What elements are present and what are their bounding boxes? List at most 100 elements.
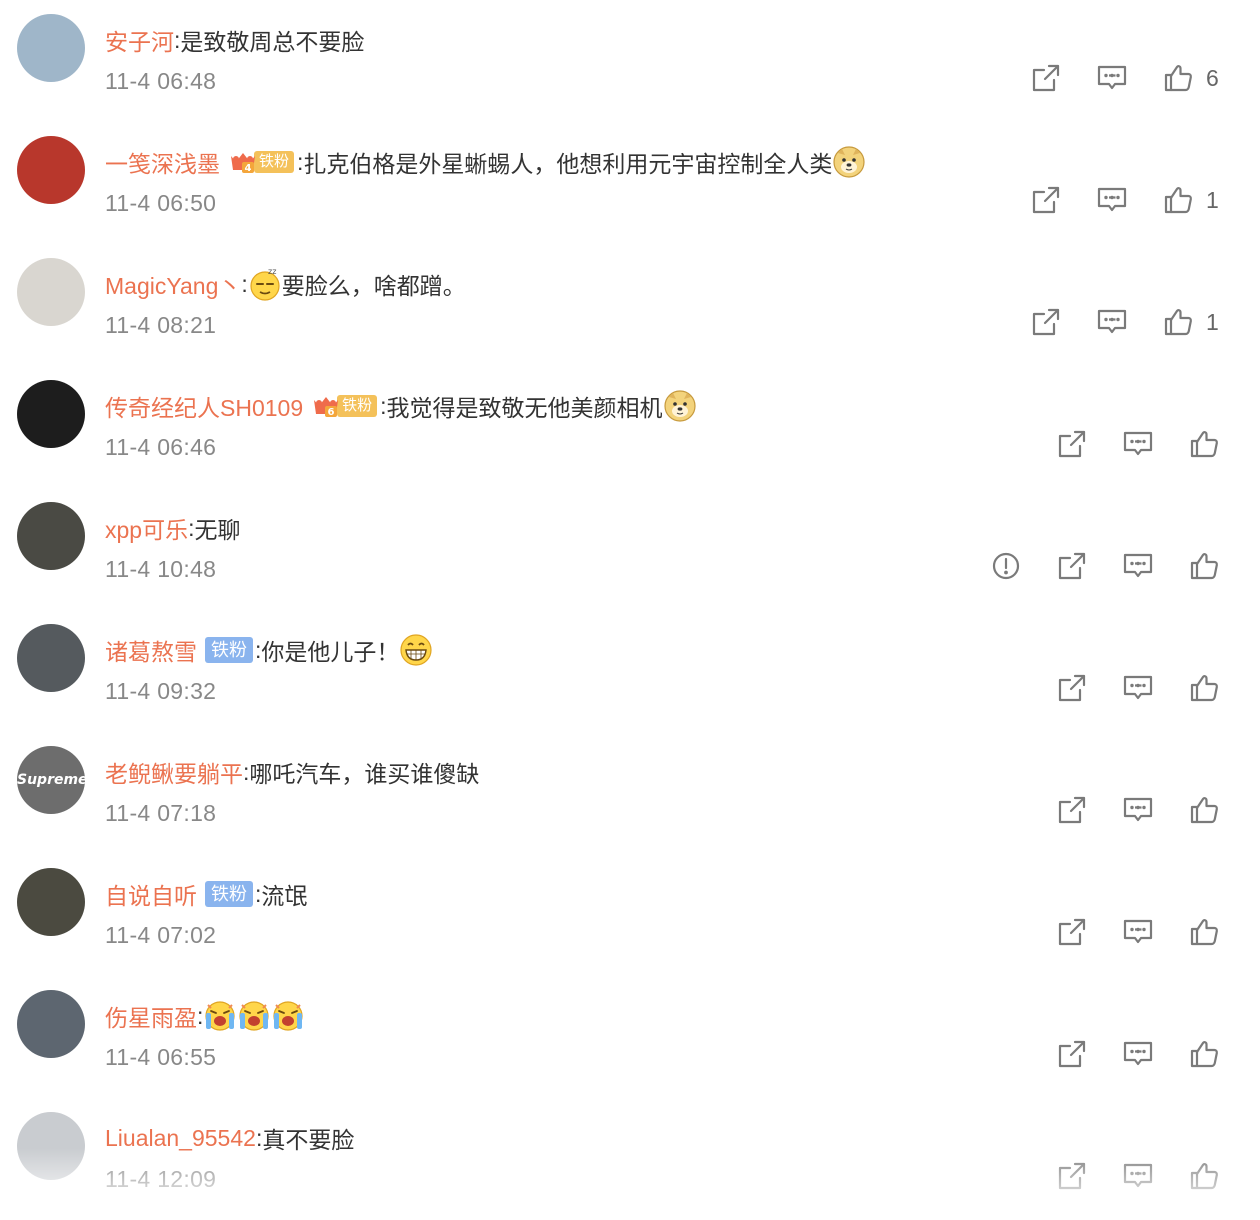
reply-button[interactable] — [1096, 184, 1128, 216]
fan-badge[interactable]: 铁粉 — [205, 637, 253, 663]
share-button[interactable] — [1056, 550, 1088, 582]
comment-time: 11-4 06:46 — [105, 434, 217, 460]
avatar[interactable]: Supreme — [17, 746, 85, 814]
avatar[interactable] — [17, 624, 85, 692]
comment-line: 一笺深浅墨 4 铁粉: 扎克伯格是外星蜥蜴人，他想利用元宇宙控制全人类 — [105, 144, 866, 180]
comment-actions — [1022, 1034, 1220, 1074]
avatar[interactable] — [17, 1112, 85, 1180]
share-button[interactable] — [1030, 306, 1062, 338]
username-link[interactable]: Liualan_95542 — [105, 1125, 256, 1152]
reply-button[interactable] — [1122, 1038, 1154, 1070]
avatar[interactable] — [17, 14, 85, 82]
like-button[interactable] — [1188, 428, 1220, 460]
avatar[interactable] — [17, 136, 85, 204]
comment-icon — [1122, 794, 1154, 826]
avatar[interactable] — [17, 502, 85, 570]
username-link[interactable]: xpp可乐 — [105, 511, 188, 545]
cry-emoji-icon — [203, 999, 237, 1033]
comment-text: 扎克伯格是外星蜥蜴人，他想利用元宇宙控制全人类 — [303, 151, 833, 177]
like-button[interactable]: 1 — [1162, 306, 1220, 338]
sleepy-emoji-icon: zz — [248, 267, 282, 301]
reply-button[interactable] — [1122, 794, 1154, 826]
comment-item: 诸葛熬雪 铁粉: 你是他儿子！ 11-4 09:32 — [0, 610, 1260, 732]
comment-time: 11-4 06:55 — [105, 1044, 217, 1070]
reply-button[interactable] — [1122, 550, 1154, 582]
like-button[interactable] — [1188, 672, 1220, 704]
username-link[interactable]: 伤星雨盈 — [105, 999, 197, 1033]
comment-icon — [1122, 1038, 1154, 1070]
doge-emoji-icon — [832, 145, 866, 179]
comment-text: 是致敬周总不要脸 — [180, 29, 365, 55]
fan-badge-label: 铁粉 — [337, 395, 378, 417]
comment-text: 真不要脸 — [262, 1127, 355, 1153]
share-button[interactable] — [1056, 428, 1088, 460]
share-button[interactable] — [1056, 916, 1088, 948]
share-button[interactable] — [1056, 1038, 1088, 1070]
share-button[interactable] — [1030, 184, 1062, 216]
share-button[interactable] — [1056, 794, 1088, 826]
comment-item: 伤星雨盈: 11-4 06:55 — [0, 976, 1260, 1098]
username-link[interactable]: 传奇经纪人SH0109 — [105, 389, 303, 423]
fan-badge[interactable]: 铁粉 — [205, 881, 253, 907]
thumbs-up-icon — [1188, 794, 1220, 826]
like-button[interactable] — [1188, 1160, 1220, 1192]
thumbs-up-icon — [1188, 1038, 1220, 1070]
reply-button[interactable] — [1122, 1160, 1154, 1192]
share-icon — [1056, 916, 1088, 948]
like-button[interactable] — [1188, 794, 1220, 826]
comment-line: 传奇经纪人SH0109 6 铁粉: 我觉得是致敬无他美颜相机 — [105, 388, 697, 424]
fan-badge[interactable]: 6 铁粉 — [311, 394, 378, 418]
report-button[interactable] — [990, 550, 1022, 582]
reply-button[interactable] — [1122, 428, 1154, 460]
username-link[interactable]: 自说自听 — [105, 877, 197, 911]
comment-actions: 1 — [996, 180, 1220, 220]
comment-time: 11-4 10:48 — [105, 556, 217, 582]
like-button[interactable]: 1 — [1162, 184, 1220, 216]
like-button[interactable] — [1188, 916, 1220, 948]
comment-item: 安子河: 是致敬周总不要脸 11-4 06:48 6 — [0, 0, 1260, 122]
reply-button[interactable] — [1122, 916, 1154, 948]
comment-actions — [1022, 790, 1220, 830]
username-link[interactable]: 安子河 — [105, 23, 174, 57]
share-icon — [1056, 794, 1088, 826]
comment-item: MagicYang丶: zz 要脸么，啥都蹭。 11-4 08:21 1 — [0, 244, 1260, 366]
share-button[interactable] — [1056, 672, 1088, 704]
reply-button[interactable] — [1096, 62, 1128, 94]
username-link[interactable]: MagicYang丶 — [105, 267, 241, 301]
comment-text: 哪吒汽车，谁买谁傻缺 — [249, 761, 480, 787]
reply-button[interactable] — [1096, 306, 1128, 338]
reply-button[interactable] — [1122, 672, 1154, 704]
username-link[interactable]: 诸葛熬雪 — [105, 633, 197, 667]
comment-time: 11-4 08:21 — [105, 312, 217, 338]
like-button[interactable] — [1188, 550, 1220, 582]
like-button[interactable] — [1188, 1038, 1220, 1070]
thumbs-up-icon — [1162, 62, 1194, 94]
share-icon — [1056, 428, 1088, 460]
thumbs-up-icon — [1162, 306, 1194, 338]
comment-time: 11-4 06:48 — [105, 68, 217, 94]
comment-actions — [1022, 912, 1220, 952]
avatar[interactable] — [17, 990, 85, 1058]
share-button[interactable] — [1056, 1160, 1088, 1192]
like-count: 1 — [1206, 186, 1219, 213]
comment-line: 伤星雨盈: — [105, 998, 305, 1034]
comment-icon — [1096, 62, 1128, 94]
crown-icon: 4 — [228, 150, 258, 174]
comment-text: 流氓 — [261, 883, 308, 909]
share-button[interactable] — [1030, 62, 1062, 94]
comment-actions: 6 — [996, 58, 1220, 98]
like-button[interactable]: 6 — [1162, 62, 1220, 94]
comment-line: 诸葛熬雪 铁粉: 你是他儿子！ — [105, 632, 433, 668]
username-link[interactable]: 老鲵鳅要躺平 — [105, 755, 243, 789]
like-count: 6 — [1206, 64, 1219, 91]
comment-line: xpp可乐: 无聊 — [105, 510, 240, 546]
username-link[interactable]: 一笺深浅墨 — [105, 145, 220, 179]
avatar[interactable] — [17, 380, 85, 448]
avatar[interactable] — [17, 258, 85, 326]
fan-badge[interactable]: 4 铁粉 — [228, 150, 295, 174]
fan-badge-label: 铁粉 — [254, 151, 295, 173]
avatar[interactable] — [17, 868, 85, 936]
share-icon — [1030, 184, 1062, 216]
share-icon — [1056, 672, 1088, 704]
comment-time: 11-4 07:02 — [105, 922, 217, 948]
